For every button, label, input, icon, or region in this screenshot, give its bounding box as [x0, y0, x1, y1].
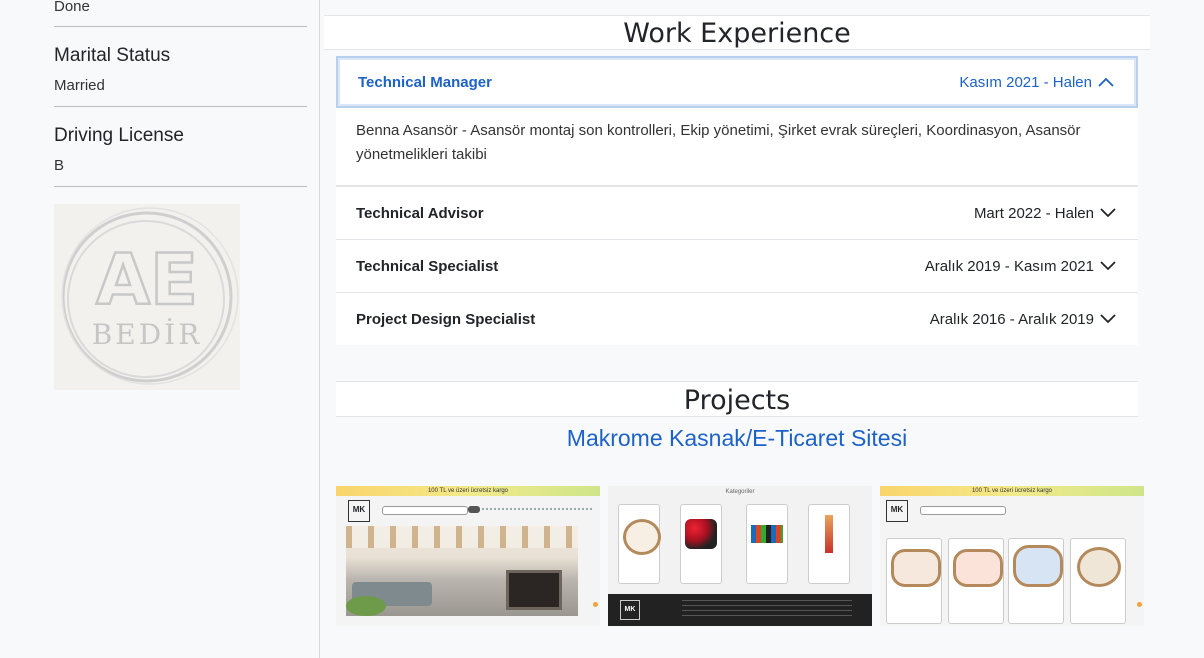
work-item-role: Technical Advisor [356, 204, 484, 222]
driving-license-title: Driving License [54, 125, 184, 146]
chevron-down-icon [1100, 208, 1116, 218]
work-item-toggle[interactable]: Technical Specialist Aralık 2019 - Kasım… [336, 240, 1138, 292]
chevron-down-icon [1100, 261, 1116, 271]
thumb-card [746, 504, 788, 584]
work-item-dates: Aralık 2016 - Aralık 2019 [929, 310, 1094, 328]
thumb-brand-logo: MK [348, 500, 370, 522]
thumb-product-image [1013, 545, 1063, 587]
work-item-project-design-specialist: Project Design Specialist Aralık 2016 - … [336, 293, 1138, 345]
logo-initials: AE [96, 239, 198, 321]
thumb-brand-logo: MK [886, 500, 908, 522]
work-item-dates: Mart 2022 - Halen [973, 204, 1094, 222]
thumb-ceiling-beams [346, 526, 578, 548]
logo-name: BEDİR [92, 318, 203, 351]
work-item-technical-manager: Technical Manager Kasım 2021 - Halen Ben… [336, 56, 1138, 187]
work-item-toggle[interactable]: Technical Manager Kasım 2021 - Halen [336, 56, 1138, 108]
thumb-card [1070, 538, 1126, 624]
thumb-product-image [751, 525, 783, 543]
thumb-footer-logo: MK [620, 600, 640, 620]
driving-license-value: B [54, 157, 65, 174]
thumb-categories-heading: Kategoriler [725, 489, 755, 495]
marital-status-value: Married [54, 77, 105, 94]
thumb-banner: 100 TL ve üzeri ücretsiz kargo [880, 486, 1144, 496]
thumb-footer-links [682, 600, 852, 620]
thumb-living-room-photo [346, 526, 578, 616]
thumb-product-image [953, 549, 1003, 587]
work-item-toggle[interactable]: Project Design Specialist Aralık 2016 - … [336, 293, 1138, 345]
work-item-technical-advisor: Technical Advisor Mart 2022 - Halen [336, 187, 1138, 240]
sidebar-top-value: Done [54, 0, 90, 15]
thumb-cart-dot [1137, 602, 1142, 607]
work-item-dates-wrap: Aralık 2016 - Aralık 2019 [930, 311, 1116, 328]
project-screenshot-name-models[interactable]: 100 TL ve üzeri ücretsiz kargo MK [880, 486, 1144, 626]
thumb-banner: 100 TL ve üzeri ücretsiz kargo [336, 486, 600, 496]
thumb-cart-dot [593, 602, 598, 607]
thumb-card [1008, 538, 1064, 624]
thumb-card [618, 504, 661, 584]
thumb-plant [346, 596, 386, 616]
work-item-technical-specialist: Technical Specialist Aralık 2019 - Kasım… [336, 240, 1138, 293]
work-item-role: Project Design Specialist [356, 310, 536, 328]
sidebar-top-block: Done [54, 0, 307, 27]
thumb-footer: MK [608, 594, 872, 626]
work-accordion: Technical Manager Kasım 2021 - Halen Ben… [336, 56, 1138, 345]
sidebar: Done Marital Status Married Driving Lice… [0, 0, 320, 658]
project-screenshot-home[interactable]: 100 TL ve üzeri ücretsiz kargo MK [336, 486, 600, 626]
thumb-search-box [382, 506, 468, 515]
thumb-card [680, 504, 722, 584]
chevron-down-icon [1100, 314, 1116, 324]
thumb-card [886, 538, 942, 624]
work-experience-title: Work Experience [324, 15, 1150, 50]
thumb-product-image [623, 519, 661, 555]
thumb-search-box [920, 506, 1006, 515]
driving-license-block: Driving License B [54, 125, 307, 187]
thumb-card [948, 538, 1004, 624]
thumb-product-image [891, 549, 941, 587]
thumb-product-image [1077, 547, 1121, 587]
thumb-product-image [825, 515, 833, 553]
thumb-product-image [685, 519, 717, 549]
thumb-fireplace [506, 570, 562, 610]
projects-title: Projects [336, 381, 1138, 417]
work-item-role: Technical Specialist [356, 257, 499, 275]
work-item-toggle[interactable]: Technical Advisor Mart 2022 - Halen [336, 187, 1138, 239]
chevron-up-icon [1098, 77, 1114, 87]
thumb-nav-links [482, 508, 592, 513]
work-item-dates-wrap: Aralık 2019 - Kasım 2021 [925, 258, 1116, 275]
logo-image: AE BEDİR [61, 207, 239, 385]
work-item-role: Technical Manager [358, 73, 492, 91]
profile-logo: AE BEDİR [54, 204, 240, 390]
work-item-dates-wrap: Kasım 2021 - Halen [959, 74, 1114, 91]
main-content: Work Experience Technical Manager Kasım … [320, 0, 1204, 658]
work-item-description: Benna Asansör - Asansör montaj son kontr… [336, 108, 1138, 186]
project-screenshot-categories[interactable]: Kategoriler MK [608, 486, 872, 626]
marital-status-title: Marital Status [54, 45, 171, 66]
project-link[interactable]: Makrome Kasnak/E-Ticaret Sitesi [320, 425, 1154, 452]
work-item-dates-wrap: Mart 2022 - Halen [974, 205, 1116, 222]
marital-status-block: Marital Status Married [54, 45, 307, 107]
work-item-dates: Kasım 2021 - Halen [959, 73, 1092, 91]
thumb-search-button [468, 506, 480, 513]
thumb-card [808, 504, 850, 584]
work-item-dates: Aralık 2019 - Kasım 2021 [924, 257, 1094, 275]
